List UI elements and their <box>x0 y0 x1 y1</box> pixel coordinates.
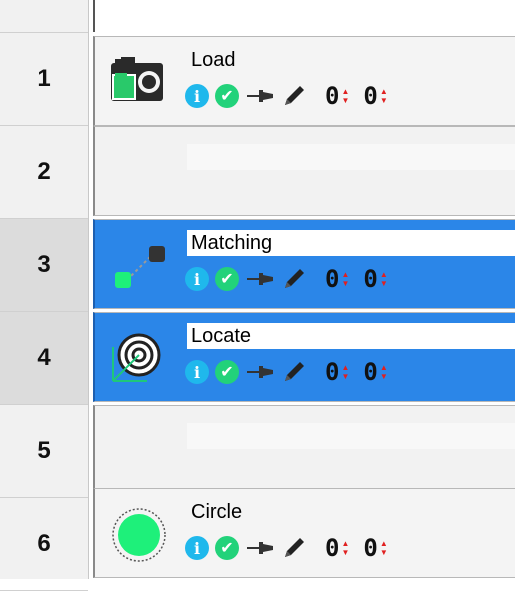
info-icon[interactable]: i <box>185 536 209 560</box>
counter-b[interactable]: 0 ▲ ▼ <box>363 267 387 291</box>
step-row-matching[interactable]: Matching i ✔ 0 ▲ ▼ 0 ▲ ▼ <box>93 219 515 309</box>
empty-title-placeholder <box>187 423 515 449</box>
counter-b[interactable]: 0 ▲ ▼ <box>363 536 387 560</box>
info-icon[interactable]: i <box>185 360 209 384</box>
counter-b-value[interactable]: 0 <box>363 267 377 291</box>
counter-a-spinner[interactable]: ▲ ▼ <box>341 87 349 105</box>
counter-b-value[interactable]: 0 <box>363 536 377 560</box>
check-icon[interactable]: ✔ <box>215 360 239 384</box>
step-row-locate[interactable]: Locate i ✔ 0 ▲ ▼ 0 ▲ ▼ <box>93 312 515 402</box>
spin-down-icon[interactable]: ▼ <box>380 372 388 381</box>
step-title: Load <box>191 49 236 71</box>
counter-b-value[interactable]: 0 <box>363 360 377 384</box>
counter-a[interactable]: 0 ▲ ▼ <box>325 360 349 384</box>
counter-a-spinner[interactable]: ▲ ▼ <box>341 539 349 557</box>
counter-a-value[interactable]: 0 <box>325 84 339 108</box>
row-number-4[interactable]: 4 <box>0 312 88 405</box>
counter-a-value[interactable]: 0 <box>325 360 339 384</box>
counter-a-spinner[interactable]: ▲ ▼ <box>341 363 349 381</box>
counter-b-spinner[interactable]: ▲ ▼ <box>380 270 388 288</box>
step-toolbar: i ✔ 0 ▲ ▼ 0 ▲ ▼ <box>185 81 402 111</box>
info-icon[interactable]: i <box>185 267 209 291</box>
step-title: Circle <box>191 501 243 523</box>
spin-down-icon[interactable]: ▼ <box>341 372 349 381</box>
spin-up-icon[interactable]: ▲ <box>341 539 349 548</box>
row-header-gutter: 1 2 3 4 5 6 <box>0 0 89 591</box>
pin-icon[interactable] <box>245 360 277 384</box>
step-row-circle[interactable]: Circle i ✔ 0 ▲ ▼ 0 ▲ ▼ <box>93 488 515 578</box>
circle-icon <box>112 508 166 562</box>
counter-b-spinner[interactable]: ▲ ▼ <box>380 363 388 381</box>
step-row-empty-5[interactable] <box>93 405 515 495</box>
spin-down-icon[interactable]: ▼ <box>380 279 388 288</box>
pin-icon[interactable] <box>245 267 277 291</box>
spin-down-icon[interactable]: ▼ <box>380 548 388 557</box>
row-number-6[interactable]: 6 <box>0 498 88 591</box>
spin-up-icon[interactable]: ▲ <box>380 270 388 279</box>
matching-icon <box>115 246 165 288</box>
step-row-empty-2[interactable] <box>93 126 515 216</box>
step-title: Matching <box>187 230 515 256</box>
step-toolbar: i ✔ 0 ▲ ▼ 0 ▲ ▼ <box>185 264 402 294</box>
pencil-icon[interactable] <box>281 359 307 385</box>
counter-b-value[interactable]: 0 <box>363 84 377 108</box>
step-row-load[interactable]: Load i ✔ 0 ▲ ▼ 0 ▲ ▼ <box>93 36 515 126</box>
counter-a[interactable]: 0 ▲ ▼ <box>325 84 349 108</box>
step-toolbar: i ✔ 0 ▲ ▼ 0 ▲ ▼ <box>185 533 402 563</box>
empty-title-placeholder <box>187 144 515 170</box>
info-icon[interactable]: i <box>185 84 209 108</box>
spin-up-icon[interactable]: ▲ <box>380 363 388 372</box>
counter-a[interactable]: 0 ▲ ▼ <box>325 536 349 560</box>
spin-up-icon[interactable]: ▲ <box>341 270 349 279</box>
step-title: Locate <box>187 323 515 349</box>
camera-icon <box>111 57 163 101</box>
check-icon[interactable]: ✔ <box>215 536 239 560</box>
pencil-icon[interactable] <box>281 266 307 292</box>
spin-up-icon[interactable]: ▲ <box>380 87 388 96</box>
spin-up-icon[interactable]: ▲ <box>341 363 349 372</box>
pin-icon[interactable] <box>245 84 277 108</box>
pin-icon[interactable] <box>245 536 277 560</box>
spin-down-icon[interactable]: ▼ <box>341 548 349 557</box>
row-number-1[interactable]: 1 <box>0 33 88 126</box>
counter-a-value[interactable]: 0 <box>325 267 339 291</box>
spin-down-icon[interactable]: ▼ <box>380 96 388 105</box>
counter-b-spinner[interactable]: ▲ ▼ <box>380 87 388 105</box>
pencil-icon[interactable] <box>281 535 307 561</box>
check-icon[interactable]: ✔ <box>215 84 239 108</box>
row-number-5[interactable]: 5 <box>0 405 88 498</box>
counter-b[interactable]: 0 ▲ ▼ <box>363 360 387 384</box>
target-icon <box>112 333 161 382</box>
counter-b-spinner[interactable]: ▲ ▼ <box>380 539 388 557</box>
spin-down-icon[interactable]: ▼ <box>341 96 349 105</box>
counter-a[interactable]: 0 ▲ ▼ <box>325 267 349 291</box>
spin-up-icon[interactable]: ▲ <box>341 87 349 96</box>
spin-up-icon[interactable]: ▲ <box>380 539 388 548</box>
counter-a-value[interactable]: 0 <box>325 536 339 560</box>
pencil-icon[interactable] <box>281 83 307 109</box>
check-icon[interactable]: ✔ <box>215 267 239 291</box>
row-number-2[interactable]: 2 <box>0 126 88 219</box>
spin-down-icon[interactable]: ▼ <box>341 279 349 288</box>
gutter-top-cell <box>0 0 88 33</box>
row-number-3[interactable]: 3 <box>0 219 88 312</box>
counter-b[interactable]: 0 ▲ ▼ <box>363 84 387 108</box>
column-divider <box>93 0 95 32</box>
counter-a-spinner[interactable]: ▲ ▼ <box>341 270 349 288</box>
step-toolbar: i ✔ 0 ▲ ▼ 0 ▲ ▼ <box>185 357 402 387</box>
